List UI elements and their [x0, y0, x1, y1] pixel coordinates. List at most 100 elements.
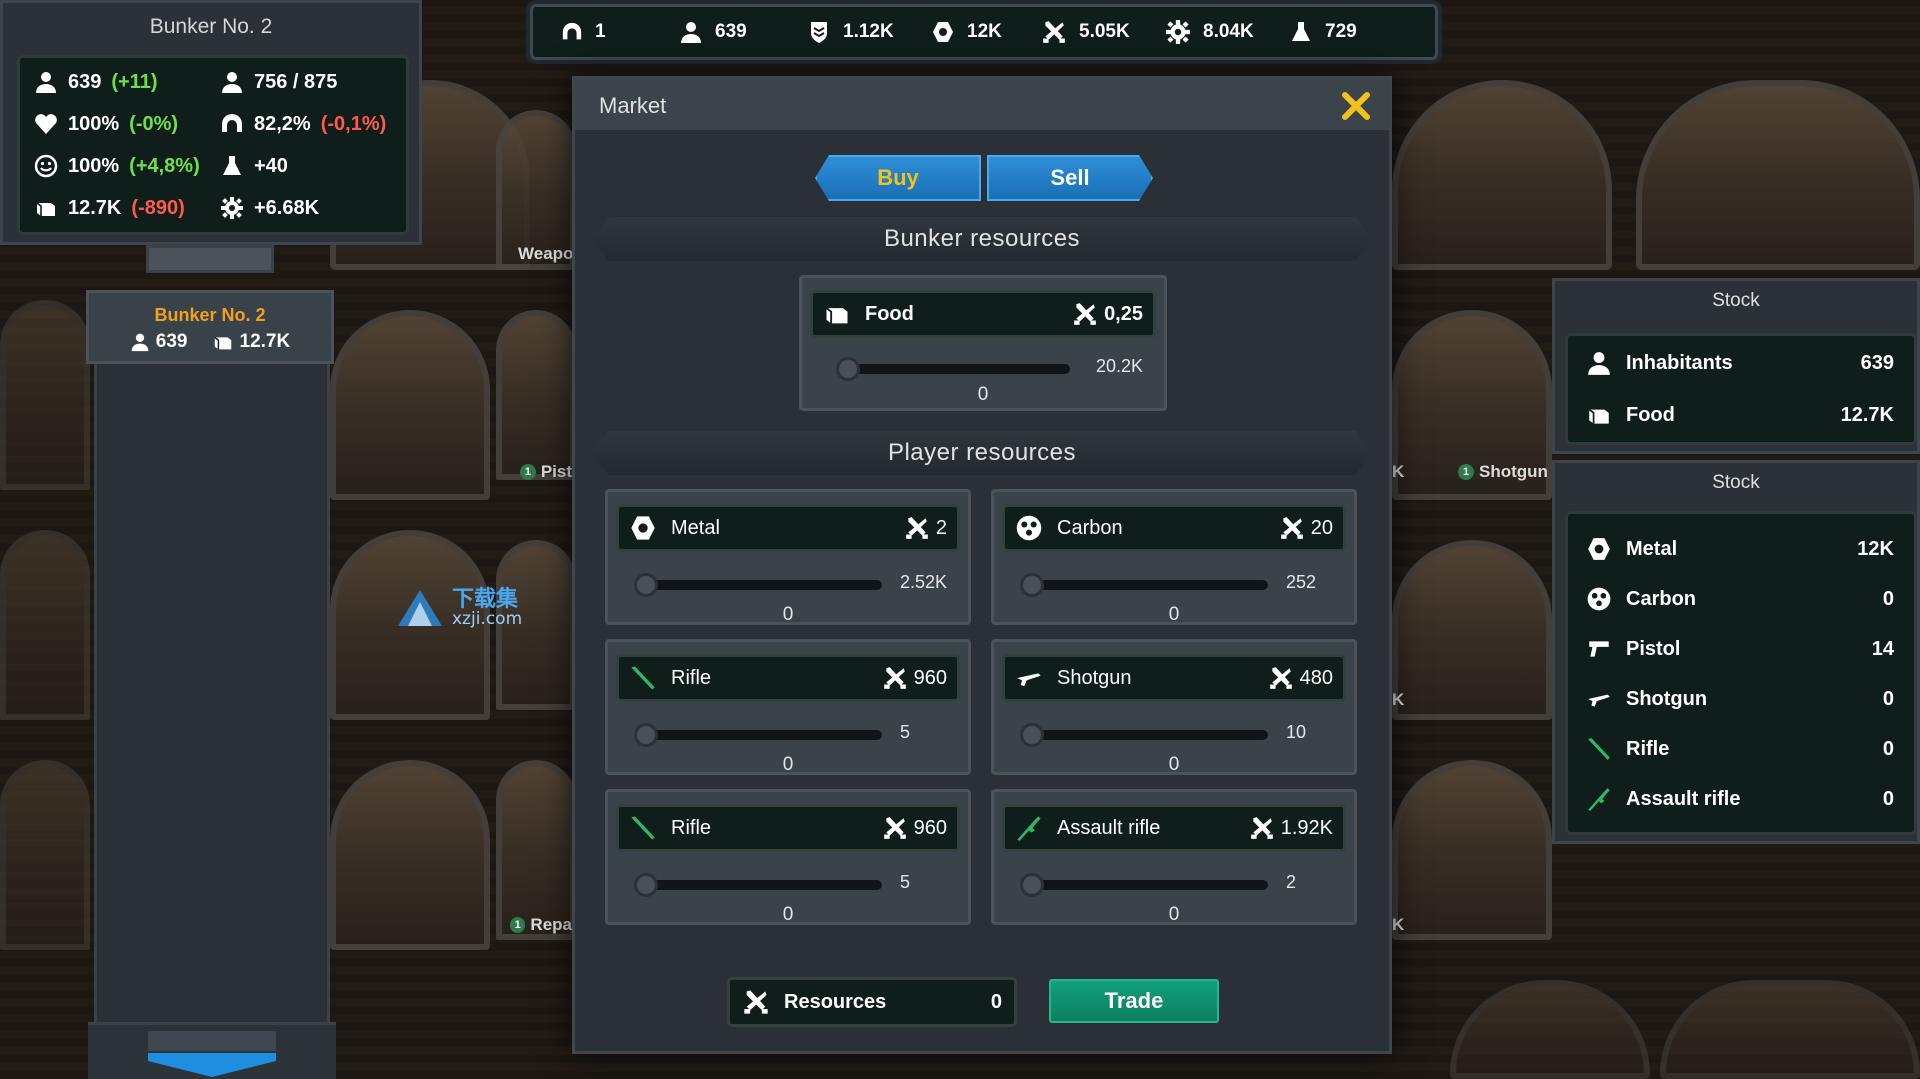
stat-food-value: 12.7K — [68, 196, 122, 219]
quantity-slider[interactable] — [634, 873, 882, 897]
slider-value: 0 — [782, 904, 794, 925]
top-resource-bar: 1 639 1.12K 12K 5.05K 8.04K 729 — [530, 4, 1438, 60]
slider-handle[interactable] — [634, 573, 658, 597]
stock-row-food: Food 12.7K — [1586, 402, 1894, 428]
stock-row-value: 0 — [1882, 737, 1894, 760]
bunker-card[interactable]: Bunker No. 2 639 12.7K — [86, 290, 334, 364]
stat-shelter-value: 82,2% — [254, 112, 311, 135]
stat-food-delta: (-890) — [131, 196, 185, 219]
topbar-inhabitants[interactable]: 639 — [679, 7, 807, 57]
resources-total-value: 0 — [990, 990, 1002, 1013]
resources-total-label: Resources — [784, 990, 887, 1013]
tools-icon — [1279, 515, 1305, 541]
slider-handle[interactable] — [1020, 573, 1044, 597]
room — [330, 310, 490, 500]
player-resources-header: Player resources — [591, 431, 1373, 475]
stat-capacity-value: 756 / 875 — [254, 70, 338, 93]
topbar-science[interactable]: 729 — [1289, 7, 1389, 57]
trade-item-name: Shotgun — [1057, 666, 1132, 689]
trade-card-assault-rifle: Assault rifle 1.92K 2 0 — [991, 789, 1357, 925]
food-icon — [1586, 402, 1612, 428]
watermark: 下载集 xzji.com — [396, 588, 546, 628]
quantity-slider[interactable] — [634, 723, 882, 747]
slider-max-label: 10 — [1286, 722, 1307, 742]
topbar-metal[interactable]: 12K — [931, 7, 1041, 57]
room — [0, 530, 90, 720]
chevron-down-icon — [148, 1031, 276, 1077]
bunker-panel-title: Bunker No. 2 — [149, 15, 273, 38]
room-label-shotgun[interactable]: 1 Shotgun — [1458, 462, 1554, 482]
quantity-slider[interactable] — [1020, 573, 1268, 597]
watermark-url: xzji.com — [452, 608, 523, 629]
room-label-pistol[interactable]: 1 Pist — [520, 462, 572, 482]
stock-row-shotgun: Shotgun 0 — [1586, 686, 1894, 712]
stat-health-delta: (-0%) — [129, 112, 179, 135]
slider-max-label: 2 — [1286, 872, 1297, 892]
trade-item-price: 960 — [882, 815, 947, 841]
bunker-card-population-value: 639 — [155, 331, 188, 352]
trade-item-price-value: 960 — [913, 816, 947, 839]
stat-health: 100% (-0%) — [34, 112, 178, 136]
trade-item-price: 960 — [882, 665, 947, 691]
room-label-k: K — [1392, 915, 1405, 934]
trade-item-price: 0,25 — [1072, 301, 1143, 327]
flask-icon — [220, 154, 244, 178]
shotgun-icon — [1586, 686, 1612, 712]
room-label-repair[interactable]: 1 Repa — [510, 915, 572, 935]
stat-happiness: 100% (+4,8%) — [34, 154, 200, 178]
topbar-parts[interactable]: 8.04K — [1165, 7, 1289, 57]
room-label-weapons[interactable]: Weapo — [518, 244, 572, 264]
room — [1392, 760, 1552, 940]
slider-value: 0 — [977, 384, 989, 405]
bunker-resources-header: Bunker resources — [591, 217, 1373, 261]
trade-item-name: Rifle — [671, 666, 712, 689]
quantity-slider[interactable] — [1020, 723, 1268, 747]
quantity-slider[interactable] — [836, 357, 1070, 381]
topbar-inhabitants-value: 639 — [715, 21, 747, 42]
topbar-resources[interactable]: 5.05K — [1041, 7, 1165, 57]
trade-card-food: Food 0,25 20.2K 0 — [799, 275, 1167, 411]
stock-row-label: Carbon — [1626, 587, 1696, 610]
slider-handle[interactable] — [1020, 873, 1044, 897]
tab-buy[interactable]: Buy — [815, 155, 981, 201]
trade-item-header: Assault rifle 1.92K — [1002, 804, 1346, 852]
stock-row-value: 0 — [1882, 587, 1894, 610]
stock-row-label: Pistol — [1626, 637, 1681, 660]
quantity-slider[interactable] — [634, 573, 882, 597]
scroll-down-button[interactable] — [88, 1022, 336, 1079]
stock-row-value: 0 — [1882, 787, 1894, 810]
person-icon — [34, 70, 58, 94]
stock-row-value: 12K — [1857, 537, 1894, 560]
slider-handle[interactable] — [836, 357, 860, 381]
stock-row-label: Food — [1626, 403, 1675, 426]
stat-parts-value: +6.68K — [254, 196, 320, 219]
bunker-stats-panel: Bunker No. 2 639 (+11) 756 / 875 100% (-0%… — [0, 0, 422, 245]
gear-icon — [220, 196, 244, 220]
stock-row-label: Inhabitants — [1626, 351, 1733, 374]
slider-handle[interactable] — [634, 723, 658, 747]
topbar-defense[interactable]: 1.12K — [807, 7, 931, 57]
stock-panel-title: Stock — [1712, 290, 1760, 311]
room — [1660, 980, 1920, 1079]
tab-sell[interactable]: Sell — [987, 155, 1153, 201]
slider-handle[interactable] — [634, 873, 658, 897]
trade-item-name: Metal — [671, 516, 720, 539]
trade-item-price-value: 2 — [935, 516, 947, 539]
bunker-icon — [220, 112, 244, 136]
topbar-bunkers[interactable]: 1 — [561, 7, 679, 57]
room — [496, 310, 576, 480]
gear-icon — [1165, 19, 1191, 45]
slider-handle[interactable] — [1020, 723, 1044, 747]
assault-rifle-icon — [1015, 814, 1043, 842]
quantity-slider[interactable] — [1020, 873, 1268, 897]
stock-row-carbon: Carbon 0 — [1586, 586, 1894, 612]
stock-row-rifle: Rifle 0 — [1586, 736, 1894, 762]
panel-connector — [146, 245, 274, 273]
stat-science: +40 — [220, 154, 288, 178]
tools-icon — [1072, 301, 1098, 327]
stock-panel-bunker: Stock Inhabitants 639 Food 12.7K — [1552, 278, 1920, 454]
trade-button[interactable]: Trade — [1049, 979, 1219, 1023]
close-button[interactable] — [1337, 87, 1375, 125]
stat-shelter-delta: (-0,1%) — [320, 112, 387, 135]
carbon-icon — [1015, 514, 1043, 542]
